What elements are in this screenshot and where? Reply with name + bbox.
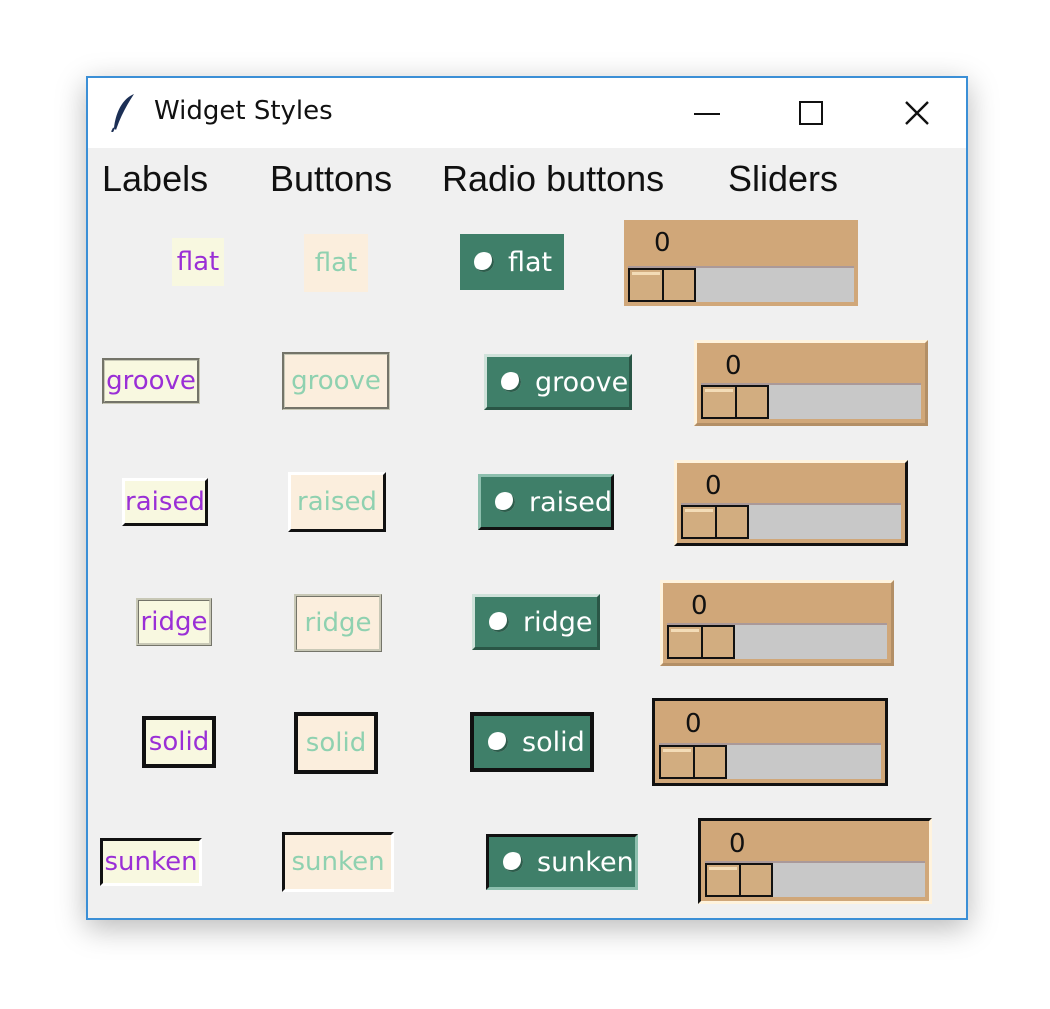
slider-thumb[interactable] [705,863,773,897]
button-flat[interactable]: flat [304,234,368,292]
label-flat: flat [172,238,224,286]
radio-indicator [488,732,508,752]
minimize-button[interactable] [662,78,752,148]
slider-trough[interactable] [659,743,881,779]
slider-trough[interactable] [705,861,925,897]
radio-label: sunken [537,846,634,878]
title-bar[interactable]: Widget Styles [88,78,966,148]
slider-trough[interactable] [681,503,901,539]
radio-groove[interactable]: groove [484,354,632,410]
slider-trough[interactable] [701,383,921,419]
slider-thumb[interactable] [681,505,749,539]
slider-groove[interactable]: 0 [694,340,928,426]
close-button[interactable] [872,78,962,148]
radio-ridge[interactable]: ridge [472,594,600,650]
radio-indicator [495,492,515,512]
labels-header: Labels [102,158,209,199]
slider-value: 0 [685,709,702,739]
slider-solid[interactable]: 0 [652,698,888,786]
radio-indicator [474,252,494,272]
slider-thumb[interactable] [659,745,727,779]
button-sunken[interactable]: sunken [282,832,394,892]
slider-raised[interactable]: 0 [674,460,908,546]
maximize-button[interactable] [766,78,856,148]
radio-flat[interactable]: flat [460,234,564,290]
sliders-header: Sliders [728,158,839,199]
slider-value: 0 [729,829,746,859]
label-groove: groove [102,358,200,404]
button-groove[interactable]: groove [282,352,390,410]
slider-thumb[interactable] [701,385,769,419]
slider-value: 0 [705,471,722,501]
maximize-icon [799,101,823,125]
radio-label: raised [529,486,612,518]
radio-label: groove [535,366,629,398]
slider-value: 0 [725,351,742,381]
slider-flat[interactable]: 0 [624,220,858,306]
label-sunken: sunken [100,838,202,886]
slider-sunken[interactable]: 0 [698,818,932,904]
close-icon [905,101,929,125]
label-ridge: ridge [136,598,212,646]
radio-solid[interactable]: solid [470,712,594,772]
buttons-header: Buttons [270,158,393,199]
radio-raised[interactable]: raised [478,474,614,530]
label-solid: solid [142,716,216,768]
slider-trough[interactable] [628,266,854,302]
slider-thumb[interactable] [667,625,735,659]
slider-trough[interactable] [667,623,887,659]
button-ridge[interactable]: ridge [294,594,382,652]
button-raised[interactable]: raised [288,472,386,532]
radio-buttons-header: Radio buttons [442,158,665,199]
radio-label: flat [508,246,553,278]
slider-ridge[interactable]: 0 [660,580,894,666]
minimize-icon [694,113,720,115]
label-raised: raised [122,478,208,526]
radio-label: ridge [523,606,593,638]
radio-label: solid [522,726,585,758]
radio-indicator [503,852,523,872]
slider-thumb[interactable] [628,268,696,302]
slider-value: 0 [691,591,708,621]
radio-indicator [489,612,509,632]
radio-sunken[interactable]: sunken [486,834,638,890]
app-window: Widget Styles Labels Buttons Radio butto… [86,76,968,920]
button-solid[interactable]: solid [294,712,378,774]
feather-icon [111,94,134,132]
slider-value: 0 [654,228,671,258]
radio-indicator [501,372,521,392]
window-title: Widget Styles [154,96,333,126]
